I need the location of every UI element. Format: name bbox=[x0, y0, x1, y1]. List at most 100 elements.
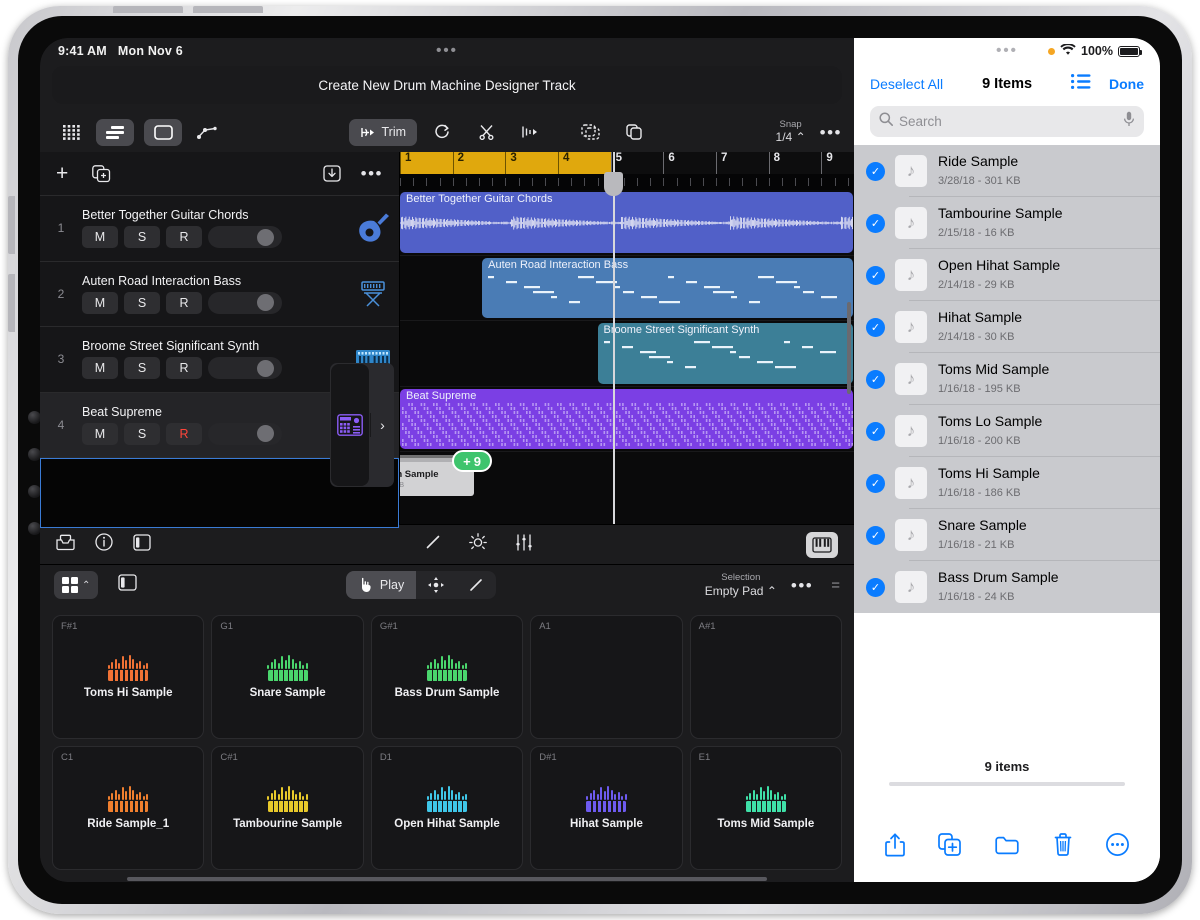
drum-pad[interactable]: C1 Ride Sample_1 bbox=[52, 746, 204, 870]
drum-pad[interactable]: D1 Open Hihat Sample bbox=[371, 746, 523, 870]
add-track-button[interactable]: + bbox=[56, 163, 68, 184]
file-list-item[interactable]: ✓ ♪ Toms Hi Sample 1/16/18 - 186 KB bbox=[854, 457, 1160, 509]
track-header-more-button[interactable]: ••• bbox=[361, 165, 383, 182]
drum-pad-empty[interactable]: A#1 bbox=[690, 615, 842, 739]
share-icon[interactable] bbox=[885, 833, 905, 862]
file-list-item[interactable]: ✓ ♪ Open Hihat Sample 2/14/18 - 29 KB bbox=[854, 249, 1160, 301]
list-icon[interactable] bbox=[1071, 74, 1091, 94]
mute-button[interactable]: M bbox=[82, 292, 118, 314]
play-mode-button[interactable]: Play bbox=[346, 571, 416, 599]
track-name[interactable]: Better Together Guitar Chords bbox=[82, 208, 339, 222]
project-title-bar[interactable]: Create New Drum Machine Designer Track bbox=[52, 66, 842, 104]
scissors-icon[interactable] bbox=[467, 119, 505, 146]
trim-button[interactable]: Trim bbox=[349, 119, 418, 146]
deselect-all-button[interactable]: Deselect All bbox=[870, 76, 943, 92]
selection-checkbox[interactable]: ✓ bbox=[866, 526, 885, 545]
record-enable-button[interactable]: R bbox=[166, 357, 202, 379]
drum-machine-icon[interactable] bbox=[330, 363, 370, 487]
panel-icon[interactable] bbox=[133, 534, 151, 556]
side-button-2[interactable] bbox=[8, 274, 15, 332]
solo-button[interactable]: S bbox=[124, 292, 160, 314]
horizontal-scrollbar[interactable] bbox=[127, 877, 767, 881]
library-icon[interactable] bbox=[56, 534, 75, 556]
panel-icon[interactable] bbox=[118, 574, 137, 596]
drum-pad[interactable]: D#1 Hihat Sample bbox=[530, 746, 682, 870]
clip-lane[interactable]: Beat Supreme bbox=[400, 387, 854, 453]
drum-pad[interactable]: G#1 Bass Drum Sample bbox=[371, 615, 523, 739]
solo-button[interactable]: S bbox=[124, 423, 160, 445]
mute-button[interactable]: M bbox=[82, 357, 118, 379]
clip[interactable]: Auten Road Interaction Bass bbox=[482, 258, 853, 319]
file-list-item[interactable]: ✓ ♪ Hihat Sample 2/14/18 - 30 KB bbox=[854, 301, 1160, 353]
multitask-handle[interactable]: ••• bbox=[996, 43, 1018, 58]
brightness-icon[interactable] bbox=[469, 533, 487, 556]
selection-checkbox[interactable]: ✓ bbox=[866, 474, 885, 493]
drum-pad[interactable]: G1 Snare Sample bbox=[211, 615, 363, 739]
selection-checkbox[interactable]: ✓ bbox=[866, 318, 885, 337]
volume-down-button[interactable] bbox=[193, 6, 263, 13]
solo-button[interactable]: S bbox=[124, 226, 160, 248]
clip[interactable]: Broome Street Significant Synth bbox=[598, 323, 853, 384]
clip-lane[interactable]: Broome Street Significant Synth bbox=[400, 321, 854, 387]
mute-button[interactable]: M bbox=[82, 423, 118, 445]
clip-lane[interactable]: Better Together Guitar Chords bbox=[400, 190, 854, 256]
vertical-scrollbar[interactable] bbox=[847, 302, 851, 394]
move-icon[interactable] bbox=[416, 571, 456, 599]
pencil-icon[interactable] bbox=[425, 534, 441, 555]
drag-ghost[interactable]: ✓ ♪ Bass Drum Sample 1/16/18 - 24 KB + bbox=[400, 462, 474, 496]
pad-grid-icon[interactable]: ⌃ bbox=[54, 571, 98, 599]
drum-pad[interactable]: E1 Toms Mid Sample bbox=[690, 746, 842, 870]
file-list-item[interactable]: ✓ ♪ Bass Drum Sample 1/16/18 - 24 KB bbox=[854, 561, 1160, 613]
selection-checkbox[interactable]: ✓ bbox=[866, 422, 885, 441]
multitask-handle[interactable]: ••• bbox=[436, 43, 458, 58]
fade-icon[interactable] bbox=[511, 119, 549, 146]
clip[interactable]: Better Together Guitar Chords bbox=[400, 192, 853, 253]
file-list-item[interactable]: ✓ ♪ Tambourine Sample 2/15/18 - 16 KB bbox=[854, 197, 1160, 249]
drum-pad[interactable]: F#1 Toms Hi Sample bbox=[52, 615, 204, 739]
automation-icon[interactable] bbox=[188, 119, 226, 146]
volume-slider[interactable] bbox=[208, 226, 282, 248]
file-list-item[interactable]: ✓ ♪ Toms Mid Sample 1/16/18 - 195 KB bbox=[854, 353, 1160, 405]
loop-icon[interactable] bbox=[423, 119, 461, 146]
track-name[interactable]: Beat Supreme bbox=[82, 405, 317, 419]
clip-lane[interactable]: Auten Road Interaction Bass bbox=[400, 256, 854, 322]
grid-view-icon[interactable] bbox=[52, 119, 90, 146]
pencil-icon[interactable] bbox=[456, 571, 496, 599]
volume-slider[interactable] bbox=[208, 357, 282, 379]
duplicate-icon[interactable] bbox=[938, 833, 961, 861]
timeline[interactable]: 123456789 Better Together Guitar Chords A… bbox=[400, 152, 854, 524]
playhead[interactable] bbox=[613, 152, 615, 524]
selection-checkbox[interactable]: ✓ bbox=[866, 162, 885, 181]
slider-knob[interactable] bbox=[257, 294, 274, 311]
info-icon[interactable] bbox=[95, 533, 113, 556]
toolbar-more-button[interactable]: ••• bbox=[820, 124, 842, 141]
file-list-item[interactable]: ✓ ♪ Toms Lo Sample 1/16/18 - 200 KB bbox=[854, 405, 1160, 457]
track-name[interactable]: Auten Road Interaction Bass bbox=[82, 274, 339, 288]
duplicate-track-button[interactable] bbox=[92, 165, 111, 183]
slider-knob[interactable] bbox=[257, 425, 274, 442]
volume-up-button[interactable] bbox=[113, 6, 183, 13]
guitar-icon[interactable] bbox=[347, 212, 399, 244]
selection-checkbox[interactable]: ✓ bbox=[866, 370, 885, 389]
file-list-item[interactable]: ✓ ♪ Snare Sample 1/16/18 - 21 KB bbox=[854, 509, 1160, 561]
ruler[interactable]: 123456789 bbox=[400, 152, 854, 174]
volume-slider[interactable] bbox=[208, 423, 282, 445]
mute-button[interactable]: M bbox=[82, 226, 118, 248]
selection-control[interactable]: Selection Empty Pad ⌃ bbox=[705, 572, 777, 598]
side-button-1[interactable] bbox=[8, 196, 15, 254]
selection-checkbox[interactable]: ✓ bbox=[866, 266, 885, 285]
solo-button[interactable]: S bbox=[124, 357, 160, 379]
drum-machine-designer-group[interactable]: › bbox=[330, 363, 394, 487]
marquee-icon[interactable] bbox=[571, 119, 609, 146]
record-enable-button[interactable]: R bbox=[166, 423, 202, 445]
slider-knob[interactable] bbox=[257, 360, 274, 377]
snap-control[interactable]: Snap 1/4 ⌃ bbox=[776, 120, 806, 145]
keyboard-icon[interactable] bbox=[806, 532, 838, 558]
playhead-handle[interactable] bbox=[604, 172, 623, 196]
track-row[interactable]: 4 Beat Supreme M S R › bbox=[40, 393, 399, 459]
region-select-icon[interactable] bbox=[144, 119, 182, 146]
record-enable-button[interactable]: R bbox=[166, 292, 202, 314]
volume-slider[interactable] bbox=[208, 292, 282, 314]
selection-checkbox[interactable]: ✓ bbox=[866, 578, 885, 597]
trash-icon[interactable] bbox=[1053, 833, 1073, 861]
